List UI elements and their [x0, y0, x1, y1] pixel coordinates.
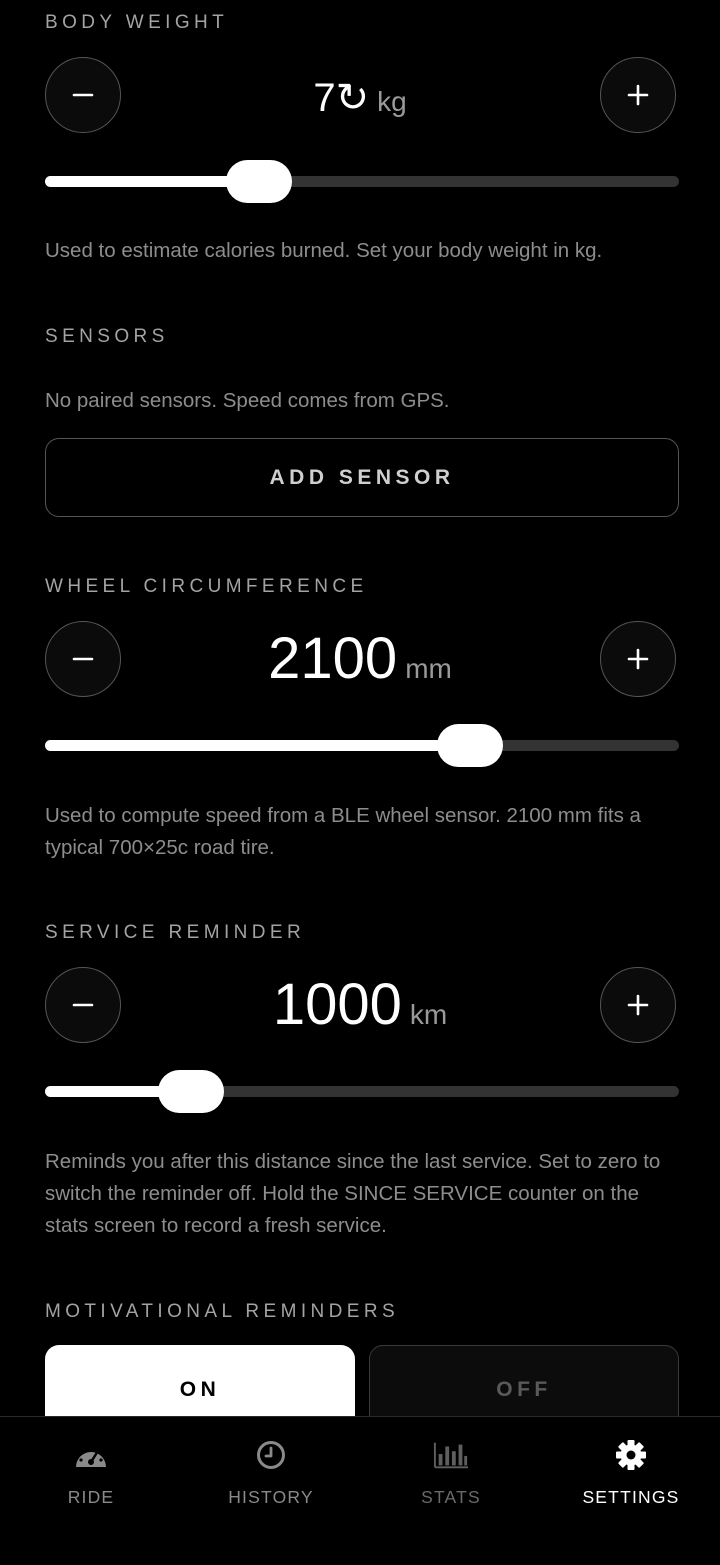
add-sensor-button[interactable]: ADD SENSOR	[45, 438, 679, 517]
tab-stats[interactable]: STATS	[361, 1417, 541, 1527]
service-reminder-slider[interactable]	[45, 1070, 679, 1113]
gear-icon	[613, 1437, 649, 1473]
wheel-circumference-number: 2100	[268, 626, 398, 691]
wheel-slider-fill	[45, 740, 470, 751]
body-weight-number: 7↻	[313, 76, 370, 120]
wheel-circumference-label: WHEEL CIRCUMFERENCE	[45, 576, 368, 597]
settings-scroll-area[interactable]: BODY WEIGHT 7↻ kg Used to estimate calori…	[0, 0, 720, 1416]
service-decrease-button[interactable]	[45, 967, 121, 1043]
tab-settings[interactable]: SETTINGS	[541, 1417, 720, 1527]
bar-chart-icon	[433, 1437, 469, 1473]
service-reminder-unit: km	[409, 999, 448, 1030]
wheel-slider-thumb[interactable]	[436, 724, 503, 767]
minus-icon	[72, 93, 94, 97]
plus-icon	[627, 648, 649, 670]
plus-icon	[627, 84, 649, 106]
minus-icon	[72, 657, 94, 661]
body-weight-unit: kg	[377, 86, 407, 117]
body-weight-increase-button[interactable]	[600, 57, 676, 133]
bottom-tab-bar: RIDE HISTORY STATS SETTINGS	[0, 1416, 720, 1565]
service-reminder-description: Reminds you after this distance since th…	[45, 1150, 661, 1237]
wheel-circumference-slider[interactable]	[45, 724, 679, 767]
body-weight-value: 7↻ kg	[150, 75, 570, 121]
tab-stats-label: STATS	[421, 1487, 481, 1507]
motivational-off-button[interactable]: OFF	[369, 1345, 679, 1416]
service-reminder-number: 1000	[272, 972, 402, 1037]
wheel-circumference-value: 2100 mm	[150, 625, 570, 692]
tab-history-label: HISTORY	[228, 1487, 314, 1507]
minus-icon	[72, 1003, 94, 1007]
tab-ride[interactable]: RIDE	[1, 1417, 181, 1527]
tab-history[interactable]: HISTORY	[181, 1417, 361, 1527]
service-increase-button[interactable]	[600, 967, 676, 1043]
wheel-increase-button[interactable]	[600, 621, 676, 697]
plus-icon	[627, 994, 649, 1016]
service-slider-thumb[interactable]	[157, 1070, 224, 1113]
service-reminder-label: SERVICE REMINDER	[45, 922, 306, 943]
wheel-decrease-button[interactable]	[45, 621, 121, 697]
sensors-label: SENSORS	[45, 326, 169, 347]
wheel-circumference-unit: mm	[405, 653, 452, 684]
wheel-circumference-description: Used to compute speed from a BLE wheel s…	[45, 804, 641, 859]
service-reminder-value: 1000 km	[150, 971, 570, 1038]
body-weight-slider[interactable]	[45, 160, 679, 203]
body-weight-description: Used to estimate calories burned. Set yo…	[45, 239, 603, 262]
clock-icon	[253, 1437, 289, 1473]
tab-ride-label: RIDE	[67, 1487, 115, 1507]
motivational-reminders-label: MOTIVATIONAL REMINDERS	[45, 1301, 400, 1322]
speedometer-icon	[73, 1437, 109, 1473]
body-weight-slider-thumb[interactable]	[225, 160, 292, 203]
body-weight-decrease-button[interactable]	[45, 57, 121, 133]
sensors-description: No paired sensors. Speed comes from GPS.	[45, 389, 450, 412]
body-weight-label: BODY WEIGHT	[45, 12, 229, 33]
motivational-on-button[interactable]: ON	[45, 1345, 355, 1416]
tab-settings-label: SETTINGS	[582, 1487, 680, 1507]
